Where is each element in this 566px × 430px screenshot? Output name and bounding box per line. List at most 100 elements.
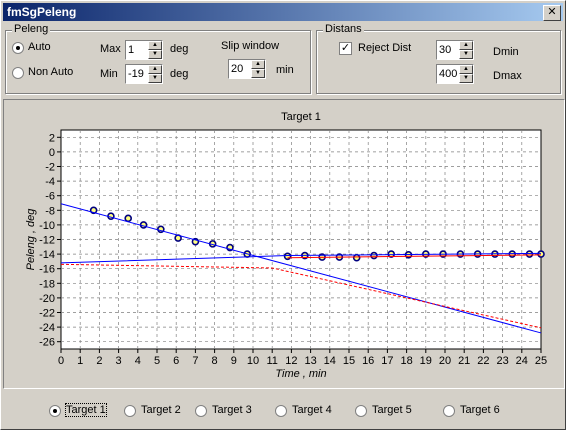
target-3-label[interactable]: Target 3 bbox=[212, 404, 252, 416]
slip-window-label: Slip window bbox=[221, 40, 280, 52]
data-point bbox=[537, 250, 545, 258]
target-2-label[interactable]: Target 2 bbox=[141, 404, 181, 416]
x-tick-label: 22 bbox=[477, 355, 489, 367]
x-tick-label: 8 bbox=[212, 355, 218, 367]
dmin-up-button[interactable]: ▲ bbox=[459, 41, 473, 50]
x-tick-label: 20 bbox=[439, 355, 451, 367]
close-icon: ✕ bbox=[547, 6, 557, 18]
slip-window-stepper[interactable]: 20 ▲ ▼ bbox=[228, 59, 266, 79]
max-down-button[interactable]: ▼ bbox=[148, 50, 162, 59]
x-tick-label: 24 bbox=[516, 355, 528, 367]
target-3-radio[interactable] bbox=[195, 405, 207, 417]
min-unit: deg bbox=[170, 68, 189, 80]
max-up-button[interactable]: ▲ bbox=[148, 41, 162, 50]
x-tick-label: 16 bbox=[362, 355, 374, 367]
x-tick-label: 15 bbox=[343, 355, 355, 367]
target-1-radio[interactable] bbox=[49, 405, 61, 417]
non-auto-label[interactable]: Non Auto bbox=[28, 66, 73, 78]
target-2-radio[interactable] bbox=[124, 405, 136, 417]
min-down-button[interactable]: ▼ bbox=[148, 74, 162, 83]
target-6-radio[interactable] bbox=[443, 405, 455, 417]
data-point bbox=[370, 251, 378, 260]
title-bar[interactable]: fmSgPeleng ✕ bbox=[3, 3, 563, 21]
min-stepper[interactable]: -19 ▲ ▼ bbox=[125, 64, 163, 84]
dmax-down-button[interactable]: ▼ bbox=[459, 74, 473, 83]
target-6-label[interactable]: Target 6 bbox=[460, 404, 500, 416]
x-tick-label: 19 bbox=[420, 355, 432, 367]
dmin-down-button[interactable]: ▼ bbox=[459, 50, 473, 59]
y-tick-label: -22 bbox=[39, 308, 55, 320]
y-tick-label: -6 bbox=[45, 191, 55, 203]
y-tick-label: -10 bbox=[39, 220, 55, 232]
data-point bbox=[283, 252, 292, 261]
peleng-chart: 0 1 2 3 4 5 6 7 8 9 10 11 12 13 14 15 16 17 18 19 20 21 22 23 24… bbox=[25, 111, 547, 380]
x-tick-label: 2 bbox=[96, 355, 102, 367]
y-axis-label: Peleng , deg bbox=[25, 208, 37, 271]
y-tick-label: -20 bbox=[39, 293, 55, 305]
x-tick-label: 3 bbox=[116, 355, 122, 367]
x-tick-label: 17 bbox=[381, 355, 393, 367]
window-title: fmSgPeleng bbox=[7, 5, 77, 19]
chart-title: Target 1 bbox=[281, 111, 321, 123]
target-4-label[interactable]: Target 4 bbox=[292, 404, 332, 416]
reject-dist-label[interactable]: Reject Dist bbox=[358, 42, 411, 54]
data-point bbox=[124, 214, 132, 223]
distans-group: Distans ✓ Reject Dist 30 ▲ ▼ Dmin 400 ▲ ▼ … bbox=[316, 23, 561, 94]
target-5-label[interactable]: Target 5 bbox=[372, 404, 412, 416]
dmax-up-button[interactable]: ▲ bbox=[459, 65, 473, 74]
target-1-label[interactable]: Target 1 bbox=[65, 403, 107, 417]
max-stepper[interactable]: 1 ▲ ▼ bbox=[125, 40, 163, 60]
x-tick-label: 18 bbox=[400, 355, 412, 367]
y-tick-label: 2 bbox=[49, 132, 55, 144]
x-tick-label: 9 bbox=[231, 355, 237, 367]
dmax-stepper[interactable]: 400 ▲ ▼ bbox=[436, 64, 474, 84]
x-tick-label: 7 bbox=[192, 355, 198, 367]
x-tick-label: 0 bbox=[58, 355, 64, 367]
non-auto-radio[interactable] bbox=[12, 67, 24, 79]
x-tick-label: 1 bbox=[77, 355, 83, 367]
y-tick-label: -2 bbox=[45, 162, 55, 174]
y-tick-label: -8 bbox=[45, 205, 55, 217]
min-label: Min bbox=[100, 68, 118, 80]
max-value[interactable]: 1 bbox=[128, 44, 134, 56]
dmax-value[interactable]: 400 bbox=[439, 68, 457, 80]
dmin-label: Dmin bbox=[493, 46, 519, 58]
auto-label[interactable]: Auto bbox=[28, 41, 51, 53]
y-tick-label: -12 bbox=[39, 235, 55, 247]
x-tick-label: 14 bbox=[324, 355, 336, 367]
auto-radio[interactable] bbox=[12, 42, 24, 54]
x-tick-label: 25 bbox=[535, 355, 547, 367]
close-button[interactable]: ✕ bbox=[543, 5, 561, 21]
y-tick-label: -18 bbox=[39, 278, 55, 290]
slip-up-button[interactable]: ▲ bbox=[251, 60, 265, 69]
y-tick-label: 0 bbox=[49, 147, 55, 159]
target-5-radio[interactable] bbox=[355, 405, 367, 417]
max-label: Max bbox=[100, 43, 121, 55]
x-tick-label: 13 bbox=[304, 355, 316, 367]
peleng-group: Peleng Auto Non Auto Max 1 ▲ ▼ deg Min -1… bbox=[5, 23, 311, 94]
data-point bbox=[352, 253, 361, 262]
y-tick-label: -4 bbox=[45, 176, 55, 188]
dmin-stepper[interactable]: 30 ▲ ▼ bbox=[436, 40, 474, 60]
dmax-label: Dmax bbox=[493, 70, 522, 82]
reject-dist-checkbox[interactable]: ✓ bbox=[339, 42, 352, 55]
target-4-radio[interactable] bbox=[275, 405, 287, 417]
slip-window-unit: min bbox=[276, 64, 294, 76]
y-tick-label: -16 bbox=[39, 264, 55, 276]
y-tick-label: -14 bbox=[39, 249, 55, 261]
slip-window-value[interactable]: 20 bbox=[231, 63, 243, 75]
x-tick-label: 5 bbox=[154, 355, 160, 367]
x-tick-label: 21 bbox=[458, 355, 470, 367]
x-tick-label: 23 bbox=[496, 355, 508, 367]
x-tick-label: 11 bbox=[266, 355, 277, 367]
dmin-value[interactable]: 30 bbox=[439, 44, 451, 56]
main-window: fmSgPeleng ✕ Peleng Auto Non Auto Max 1 … bbox=[0, 0, 566, 430]
slip-down-button[interactable]: ▼ bbox=[251, 69, 265, 78]
min-value[interactable]: -19 bbox=[128, 68, 144, 80]
target-tabs: Target 1 Target 2 Target 3 Target 4 Target 5… bbox=[3, 393, 563, 427]
chart-panel: 0 1 2 3 4 5 6 7 8 9 10 11 12 13 14 15 16 17 18 19 20 21 22 23 24… bbox=[3, 99, 565, 389]
x-tick-label: 6 bbox=[173, 355, 179, 367]
y-tick-label: -26 bbox=[39, 337, 55, 349]
data-point bbox=[525, 250, 534, 258]
min-up-button[interactable]: ▲ bbox=[148, 65, 162, 74]
